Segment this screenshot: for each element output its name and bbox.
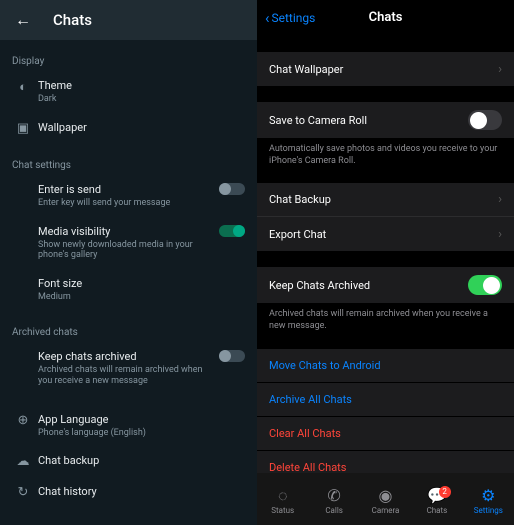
keep-archived-sub: Archived chats will remain archived when…	[38, 365, 215, 387]
theme-label: Theme	[38, 79, 245, 92]
move-android-label: Move Chats to Android	[269, 359, 502, 372]
enter-is-send-row[interactable]: Enter is send Enter key will send your m…	[0, 175, 257, 217]
chat-wallpaper-label: Chat Wallpaper	[269, 63, 498, 76]
section-display: Display	[0, 50, 257, 71]
keep-archived-row[interactable]: Keep Chats Archived	[257, 267, 514, 303]
cloud-up-icon: ☁	[12, 454, 34, 469]
tab-settings-label: Settings	[474, 506, 503, 515]
keep-archived-footer: Archived chats will remain archived when…	[257, 303, 514, 332]
status-icon: ◌	[278, 488, 288, 504]
theme-value: Dark	[38, 94, 245, 105]
chevron-right-icon: ›	[498, 192, 502, 207]
enter-send-label: Enter is send	[38, 183, 215, 196]
font-size-value: Medium	[38, 292, 245, 303]
export-chat-label: Export Chat	[269, 228, 498, 241]
chat-wallpaper-row[interactable]: Chat Wallpaper ›	[257, 52, 514, 86]
nav-bar: Chats ‹ Settings	[257, 0, 514, 36]
wallpaper-label: Wallpaper	[38, 121, 245, 134]
chevron-right-icon: ›	[498, 62, 502, 77]
wallpaper-row[interactable]: ▣ Wallpaper	[0, 113, 257, 144]
ios-chats-settings: Chats ‹ Settings Chat Wallpaper › Save t…	[257, 0, 514, 525]
tab-camera[interactable]: ◉ Camera	[360, 488, 411, 515]
chat-backup-row[interactable]: ☁ Chat backup	[0, 446, 257, 477]
tab-calls-label: Calls	[325, 506, 343, 515]
media-vis-label: Media visibility	[38, 225, 215, 238]
keep-archived-row[interactable]: Keep chats archived Archived chats will …	[0, 342, 257, 395]
keep-archived-label: Keep Chats Archived	[269, 279, 468, 292]
gear-icon: ⚙	[481, 488, 495, 504]
save-camera-roll-toggle[interactable]	[468, 110, 502, 130]
clear-all-row[interactable]: Clear All Chats	[257, 417, 514, 451]
phone-icon: ✆	[327, 488, 340, 504]
section-archived: Archived chats	[0, 321, 257, 342]
delete-all-label: Delete All Chats	[269, 461, 502, 474]
chat-history-label: Chat history	[38, 485, 245, 498]
app-lang-label: App Language	[38, 413, 245, 426]
enter-send-sub: Enter key will send your message	[38, 198, 215, 209]
tab-calls[interactable]: ✆ Calls	[308, 488, 359, 515]
tab-camera-label: Camera	[372, 506, 400, 515]
media-visibility-row[interactable]: Media visibility Show newly downloaded m…	[0, 217, 257, 270]
tab-status-label: Status	[271, 506, 294, 515]
camera-icon: ◉	[379, 488, 393, 504]
header: ← Chats	[0, 0, 257, 40]
theme-icon: ◐	[12, 79, 34, 95]
theme-row[interactable]: ◐ Theme Dark	[0, 71, 257, 113]
chats-badge: 2	[439, 486, 451, 498]
tab-status[interactable]: ◌ Status	[257, 488, 308, 515]
tab-chats-label: Chats	[427, 506, 448, 515]
wallpaper-icon: ▣	[12, 121, 34, 136]
app-lang-value: Phone's language (English)	[38, 428, 245, 439]
app-language-row[interactable]: ⊕ App Language Phone's language (English…	[0, 405, 257, 447]
save-camera-roll-row[interactable]: Save to Camera Roll	[257, 102, 514, 138]
media-vis-toggle[interactable]	[219, 225, 245, 237]
media-vis-sub: Show newly downloaded media in your phon…	[38, 240, 215, 262]
page-title: Chats	[257, 10, 514, 25]
keep-archived-label: Keep chats archived	[38, 350, 215, 363]
keep-archived-toggle[interactable]	[219, 350, 245, 362]
chat-history-row[interactable]: ↻ Chat history	[0, 477, 257, 508]
back-arrow-icon[interactable]: ←	[15, 10, 31, 30]
page-title: Chats	[53, 11, 92, 29]
export-chat-row[interactable]: Export Chat ›	[257, 217, 514, 251]
tab-chats[interactable]: 💬 2 Chats	[411, 488, 462, 515]
android-chats-settings: ← Chats Display ◐ Theme Dark ▣ Wallpaper…	[0, 0, 257, 525]
history-icon: ↻	[12, 485, 34, 500]
save-camera-roll-footer: Automatically save photos and videos you…	[257, 138, 514, 167]
globe-icon: ⊕	[12, 413, 34, 428]
keep-archived-toggle[interactable]	[468, 275, 502, 295]
archive-all-label: Archive All Chats	[269, 393, 502, 406]
enter-send-toggle[interactable]	[219, 183, 245, 195]
archive-all-row[interactable]: Archive All Chats	[257, 383, 514, 417]
tab-bar: ◌ Status ✆ Calls ◉ Camera 💬 2 Chats ⚙ Se…	[257, 473, 514, 525]
font-size-label: Font size	[38, 277, 245, 290]
clear-all-label: Clear All Chats	[269, 427, 502, 440]
chat-backup-label: Chat Backup	[269, 193, 498, 206]
section-chat-settings: Chat settings	[0, 154, 257, 175]
chat-backup-label: Chat backup	[38, 454, 245, 467]
tab-settings[interactable]: ⚙ Settings	[463, 488, 514, 515]
chevron-right-icon: ›	[498, 227, 502, 242]
chat-backup-row[interactable]: Chat Backup ›	[257, 183, 514, 217]
font-size-row[interactable]: Font size Medium	[0, 269, 257, 311]
move-android-row[interactable]: Move Chats to Android	[257, 349, 514, 383]
save-camera-roll-label: Save to Camera Roll	[269, 114, 468, 127]
